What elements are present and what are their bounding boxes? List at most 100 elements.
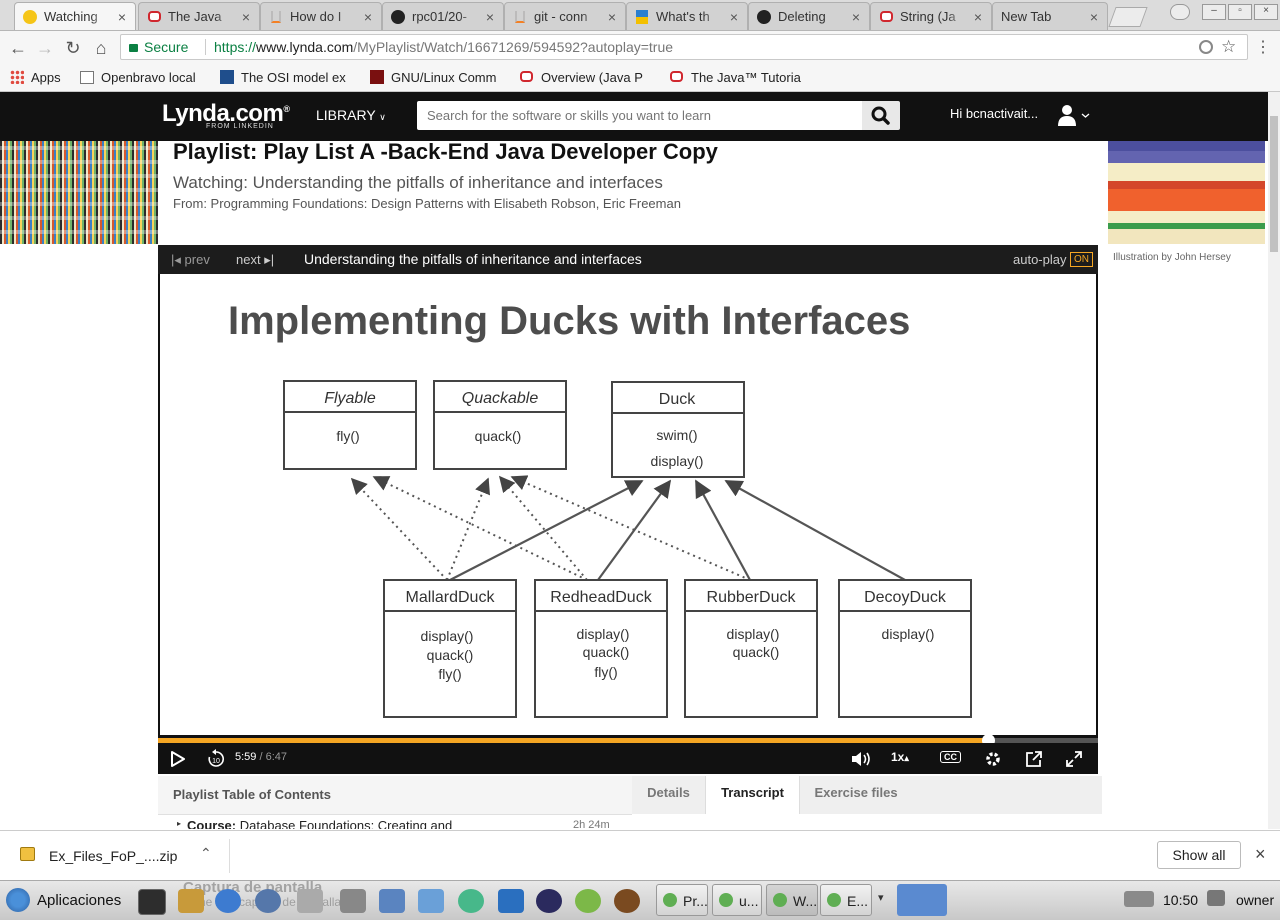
tab-rpc01[interactable]: rpc01/20- × — [382, 2, 504, 30]
terminal-icon[interactable] — [138, 889, 166, 915]
back-icon[interactable]: ← — [7, 37, 29, 59]
web-browser-icon[interactable] — [255, 889, 281, 913]
maximize-button[interactable]: ▫ — [1228, 4, 1252, 20]
slide-diagram: Implementing Ducks with Interfaces Flyab… — [228, 299, 972, 718]
library-menu[interactable]: LIBRARY ∨ — [316, 107, 386, 123]
course-source[interactable]: From: Programming Foundations: Design Pa… — [173, 196, 681, 211]
workspace-switcher[interactable] — [897, 884, 947, 916]
user-session-icon[interactable] — [1207, 890, 1225, 906]
reload-icon[interactable]: ↻ — [62, 37, 84, 59]
tab-details[interactable]: Details — [632, 776, 705, 814]
taskbar-window-active[interactable]: W... — [766, 884, 818, 916]
tab-git-conn[interactable]: git - conn × — [504, 2, 626, 30]
vscode-icon[interactable] — [498, 889, 524, 913]
tab-close-icon[interactable]: × — [115, 9, 129, 25]
screenshot-icon[interactable] — [340, 889, 366, 913]
closed-captions-button[interactable]: CC — [940, 751, 961, 763]
tab-transcript[interactable]: Transcript — [705, 776, 800, 814]
page-icon — [80, 70, 94, 84]
tab-close-icon[interactable]: × — [239, 9, 253, 25]
taskbar-window[interactable]: Pr... — [656, 884, 708, 916]
user-greeting[interactable]: Hi bcnactivait... — [950, 106, 1038, 121]
interface-box: Quackable quack() — [433, 380, 567, 470]
tab-close-icon[interactable]: × — [605, 9, 619, 25]
start-menu-label[interactable]: Aplicaciones — [37, 892, 121, 909]
tab-how-do-i[interactable]: How do I × — [260, 2, 382, 30]
playlist-toc-header: Playlist Table of Contents — [158, 776, 632, 815]
class-name: Flyable — [324, 390, 376, 407]
search-input[interactable] — [417, 101, 863, 130]
network-icon[interactable] — [1124, 891, 1154, 907]
tab-java[interactable]: The Java × — [138, 2, 260, 30]
gear-icon[interactable] — [984, 750, 1002, 768]
android-studio-icon[interactable] — [575, 889, 601, 913]
bookmark-gnu-linux[interactable]: GNU/Linux Comm — [370, 68, 510, 86]
session-user[interactable]: owner — [1236, 892, 1274, 908]
tab-new-tab[interactable]: New Tab × — [992, 2, 1108, 30]
tab-close-icon[interactable]: × — [483, 9, 497, 25]
popout-icon[interactable] — [1024, 749, 1044, 769]
video-frame[interactable]: Implementing Ducks with Interfaces Flyab… — [160, 274, 1096, 735]
secure-indicator[interactable]: Secure — [129, 39, 188, 55]
toc-course-row[interactable]: ▸ Course: Database Foundations: Creating… — [158, 815, 632, 829]
forward-icon[interactable]: → — [34, 37, 56, 59]
volume-icon[interactable] — [850, 750, 874, 768]
scrollbar-thumb[interactable] — [1270, 116, 1278, 252]
profile-icon[interactable] — [1170, 4, 1190, 20]
bookmark-apps[interactable]: Apps — [10, 68, 61, 86]
user-menu[interactable] — [1058, 104, 1092, 131]
search-tool-icon[interactable] — [297, 889, 323, 913]
tab-watching[interactable]: Watching × — [14, 2, 136, 30]
rewind-10-icon[interactable]: 10 — [206, 749, 226, 769]
tab-close-icon[interactable]: × — [1087, 9, 1101, 25]
video-title: Understanding the pitfalls of inheritanc… — [304, 251, 642, 267]
home-icon[interactable]: ⌂ — [90, 37, 112, 59]
bookmark-overview-java[interactable]: Overview (Java P — [520, 68, 660, 86]
files-icon[interactable] — [178, 889, 204, 913]
tab-close-icon[interactable]: × — [727, 9, 741, 25]
tab-deleting[interactable]: Deleting × — [748, 2, 870, 30]
atom-icon[interactable] — [458, 889, 484, 913]
clock[interactable]: 10:50 — [1163, 892, 1198, 908]
autoplay-toggle[interactable]: ON — [1070, 252, 1093, 267]
folder-icon[interactable] — [379, 889, 405, 913]
translate-icon[interactable] — [1199, 40, 1213, 54]
fullscreen-icon[interactable] — [1064, 749, 1084, 769]
speed-button[interactable]: 1x▴ — [891, 750, 909, 764]
close-download-bar-icon[interactable]: × — [1255, 844, 1266, 865]
taskbar-window[interactable]: u... — [712, 884, 762, 916]
chevron-up-icon[interactable]: ⌃ — [200, 845, 212, 862]
bookmark-osi-model[interactable]: The OSI model ex — [220, 68, 360, 86]
minimize-button[interactable]: – — [1202, 4, 1226, 20]
decorative-illustration-right — [1108, 141, 1265, 244]
tab-exercise-files[interactable]: Exercise files — [798, 776, 914, 814]
show-all-button[interactable]: Show all — [1157, 841, 1241, 869]
menu-icon[interactable]: ⋮ — [1252, 37, 1274, 59]
acorn-icon[interactable] — [614, 889, 640, 913]
download-filename[interactable]: Ex_Files_FoP_....zip — [49, 848, 177, 864]
new-tab-button[interactable] — [1108, 7, 1148, 27]
chromium-icon[interactable] — [215, 889, 241, 913]
virtualbox-icon[interactable] — [418, 889, 444, 913]
search-button[interactable] — [862, 101, 900, 130]
play-icon[interactable] — [168, 750, 186, 768]
bookmark-openbravo[interactable]: Openbravo local — [80, 68, 196, 86]
tab-whats-the[interactable]: What's th × — [626, 2, 748, 30]
bookmark-java-tutorial[interactable]: The Java™ Tutoria — [670, 68, 810, 86]
tab-string-java[interactable]: String (Ja × — [870, 2, 992, 30]
tab-close-icon[interactable]: × — [361, 9, 375, 25]
tab-close-icon[interactable]: × — [849, 9, 863, 25]
window-list-dropdown-icon[interactable]: ▾ — [878, 891, 884, 904]
address-bar[interactable]: Secure https://www.lynda.com/MyPlaylist/… — [120, 34, 1248, 60]
bookmark-star-icon[interactable]: ☆ — [1221, 37, 1236, 57]
expand-arrow-icon: ▸ — [177, 819, 182, 828]
prev-button[interactable]: |◂ prev — [171, 252, 210, 268]
eclipse-icon[interactable] — [536, 889, 562, 913]
class-name: Quackable — [462, 390, 539, 407]
taskbar-window[interactable]: E... — [820, 884, 872, 916]
tab-close-icon[interactable]: × — [971, 9, 985, 25]
close-window-button[interactable]: × — [1254, 4, 1278, 20]
next-button[interactable]: next ▸| — [236, 252, 274, 268]
apps-menu-icon[interactable] — [6, 888, 30, 912]
method: quack() — [427, 647, 474, 663]
